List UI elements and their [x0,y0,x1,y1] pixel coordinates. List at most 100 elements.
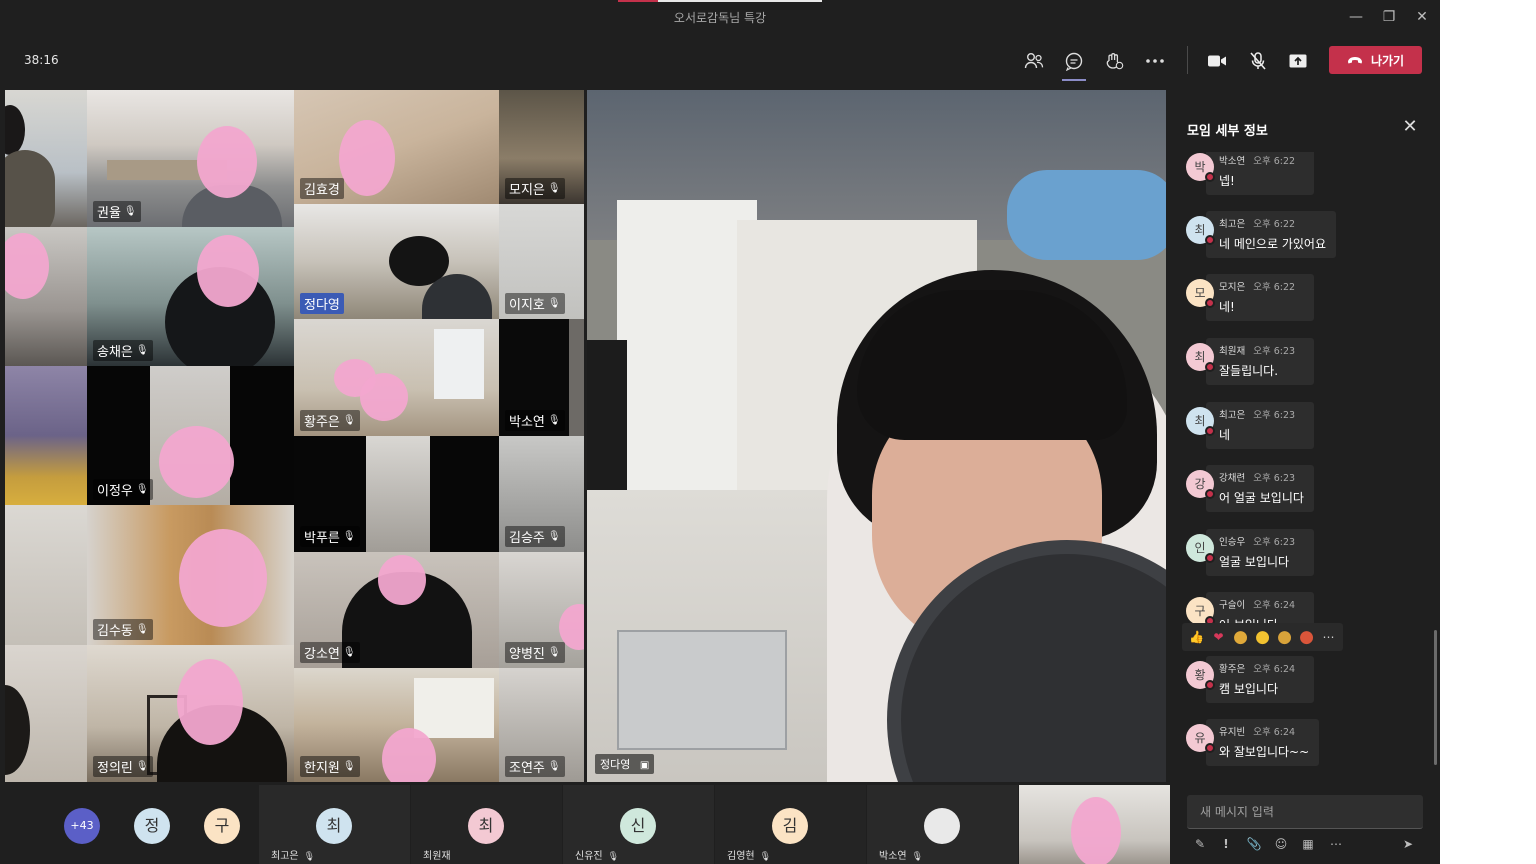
reaction-bar: 👍 ❤ ● ● ● ● ⋯ [1182,623,1343,651]
mic-off-icon: 🎙 [135,624,149,635]
participant-name: 정다영 [304,298,340,313]
share-button[interactable] [1284,47,1312,75]
avatar[interactable]: 황 [1186,661,1215,690]
leave-button[interactable]: 나가기 [1329,46,1422,74]
important-icon[interactable]: ! [1217,835,1235,853]
avatar[interactable]: 유 [1186,724,1215,753]
video-tile[interactable]: 송채은 🎙 [87,227,294,366]
chat-icon [1065,52,1083,71]
video-tile[interactable]: 박소연 🎙 [499,319,584,436]
mute-button[interactable] [1244,47,1272,75]
message-sender: 유지빈 [1219,727,1246,738]
reactions-button[interactable] [1100,47,1128,75]
video-tile[interactable] [5,90,87,227]
chat-button[interactable] [1060,47,1088,81]
message-sender: 강채련 [1219,473,1246,484]
participant-tile[interactable]: 김 김영현 🎙 [715,785,866,864]
participant-strip: +43 정 구 최 최고은 🎙 최 최원재 신 신유진 🎙 김 김영현 🎙 박소연 🎙 [0,785,1172,864]
sad-icon[interactable]: ● [1276,627,1293,647]
meeting-details-panel: 모임 세부 정보 ✕ 박소연 오후 6:22 넵! 박 최고은 오후 6:22 네 메인으로… [1172,90,1440,864]
more-actions-button[interactable] [1141,47,1169,75]
avatar[interactable]: 모 [1186,279,1215,308]
participant-tile[interactable]: 구 [200,785,250,864]
message-meta: 최고은 오후 6:23 [1219,407,1304,421]
video-tile[interactable]: 모지은 🎙 [499,90,584,204]
send-icon[interactable]: ➤ [1399,835,1417,853]
participant-tile[interactable]: 박소연 🎙 [867,785,1018,864]
close-icon[interactable]: ✕ [1411,6,1433,28]
more-options-icon[interactable]: ⋯ [1327,835,1345,853]
compose-box[interactable] [1187,795,1423,829]
avatar[interactable]: 최 [1186,343,1215,372]
participant-tile[interactable]: 정 [130,785,180,864]
participant-name: 이정우 [97,484,133,499]
close-icon[interactable]: ✕ [1400,117,1420,137]
angry-icon[interactable]: ● [1298,627,1315,647]
spotlight-video[interactable]: 정다영 ▣ [587,90,1166,782]
avatar-initial: 박 [1194,160,1206,174]
video-tile[interactable]: 강소연 🎙 [294,552,499,668]
chat-scrollbar[interactable] [1434,630,1437,765]
presence-busy-icon [1205,680,1215,690]
avatar[interactable]: 강 [1186,470,1215,499]
video-tile[interactable]: 황주은 🎙 [294,319,499,436]
minimize-icon[interactable]: — [1345,6,1367,28]
participant-name: 양병진 [509,647,545,662]
video-tile[interactable]: 김효경 [294,90,499,204]
self-video-preview[interactable] [1019,785,1170,864]
participant-label: 정다영 [300,293,344,314]
surprised-icon[interactable]: ● [1254,627,1271,647]
laugh-icon[interactable]: ● [1232,627,1249,647]
video-tile[interactable] [5,645,87,782]
reactions-icon [1106,53,1124,70]
more-icon[interactable]: ⋯ [1320,629,1337,646]
avatar-initial: 구 [1194,604,1206,618]
overflow-participants[interactable]: +43 [56,785,108,864]
participants-button[interactable] [1020,47,1048,75]
video-tile[interactable] [5,505,87,645]
camera-button[interactable] [1203,47,1231,75]
participant-label: 정다영 ▣ [595,754,655,774]
video-tile[interactable] [5,366,87,505]
sticker-icon[interactable]: ▦ [1299,835,1317,853]
video-tile[interactable]: 박푸른 🎙 [294,436,499,552]
message-time: 오후 6:24 [1253,600,1296,611]
message-meta: 인승우 오후 6:23 [1219,534,1304,548]
video-tile[interactable]: 김수동 🎙 [87,505,294,645]
video-tile[interactable]: 권율 🎙 [87,90,294,227]
like-icon[interactable]: 👍 [1188,629,1205,646]
participant-tile[interactable]: 신 신유진 🎙 [563,785,714,864]
participant-tile[interactable]: 최 최고은 🎙 [259,785,410,864]
video-tile[interactable]: 양병진 🎙 [499,552,584,668]
participant-name: 정다영 [600,758,631,771]
restore-icon[interactable]: ❐ [1378,6,1400,28]
message-text: 네! [1219,300,1235,314]
avatar[interactable]: 인 [1186,534,1215,563]
video-tile[interactable]: 정다영 [294,204,499,319]
video-tile[interactable]: 한지원 🎙 [294,668,499,782]
avatar[interactable]: 최 [1186,216,1215,245]
video-tile[interactable]: 김승주 🎙 [499,436,584,552]
video-tile[interactable]: 이정우 🎙 [87,366,294,505]
message-input[interactable] [1187,795,1423,828]
message-bubble: 강채련 오후 6:23 어 얼굴 보입니다 [1206,465,1314,512]
video-tile[interactable]: 정의린 🎙 [87,645,294,782]
heart-icon[interactable]: ❤ [1210,629,1227,646]
chat-message-list[interactable]: 박소연 오후 6:22 넵! 박 최고은 오후 6:22 네 메인으로 가있어요 최 모지은 오후… [1172,152,1434,772]
format-icon[interactable]: ✎ [1191,835,1209,853]
avatar[interactable]: 구 [1186,597,1215,626]
video-tile[interactable] [5,227,87,366]
video-tile[interactable]: 이지호 🎙 [499,204,584,319]
participant-name: 송채은 [97,345,133,360]
window-light [414,678,494,738]
video-tile[interactable]: 조연주 🎙 [499,668,584,782]
message-meta: 박소연 오후 6:22 [1219,153,1304,167]
participant-name: 박푸른 [304,531,340,546]
avatar[interactable]: 박 [1186,153,1215,182]
avatar[interactable]: 최 [1186,407,1215,436]
more-icon [1146,59,1164,63]
mic-off-icon: 🎙 [911,852,924,862]
participant-tile[interactable]: 최 최원재 [411,785,562,864]
emoji-icon[interactable]: ☺ [1272,835,1290,853]
attach-icon[interactable]: 📎 [1245,835,1263,853]
